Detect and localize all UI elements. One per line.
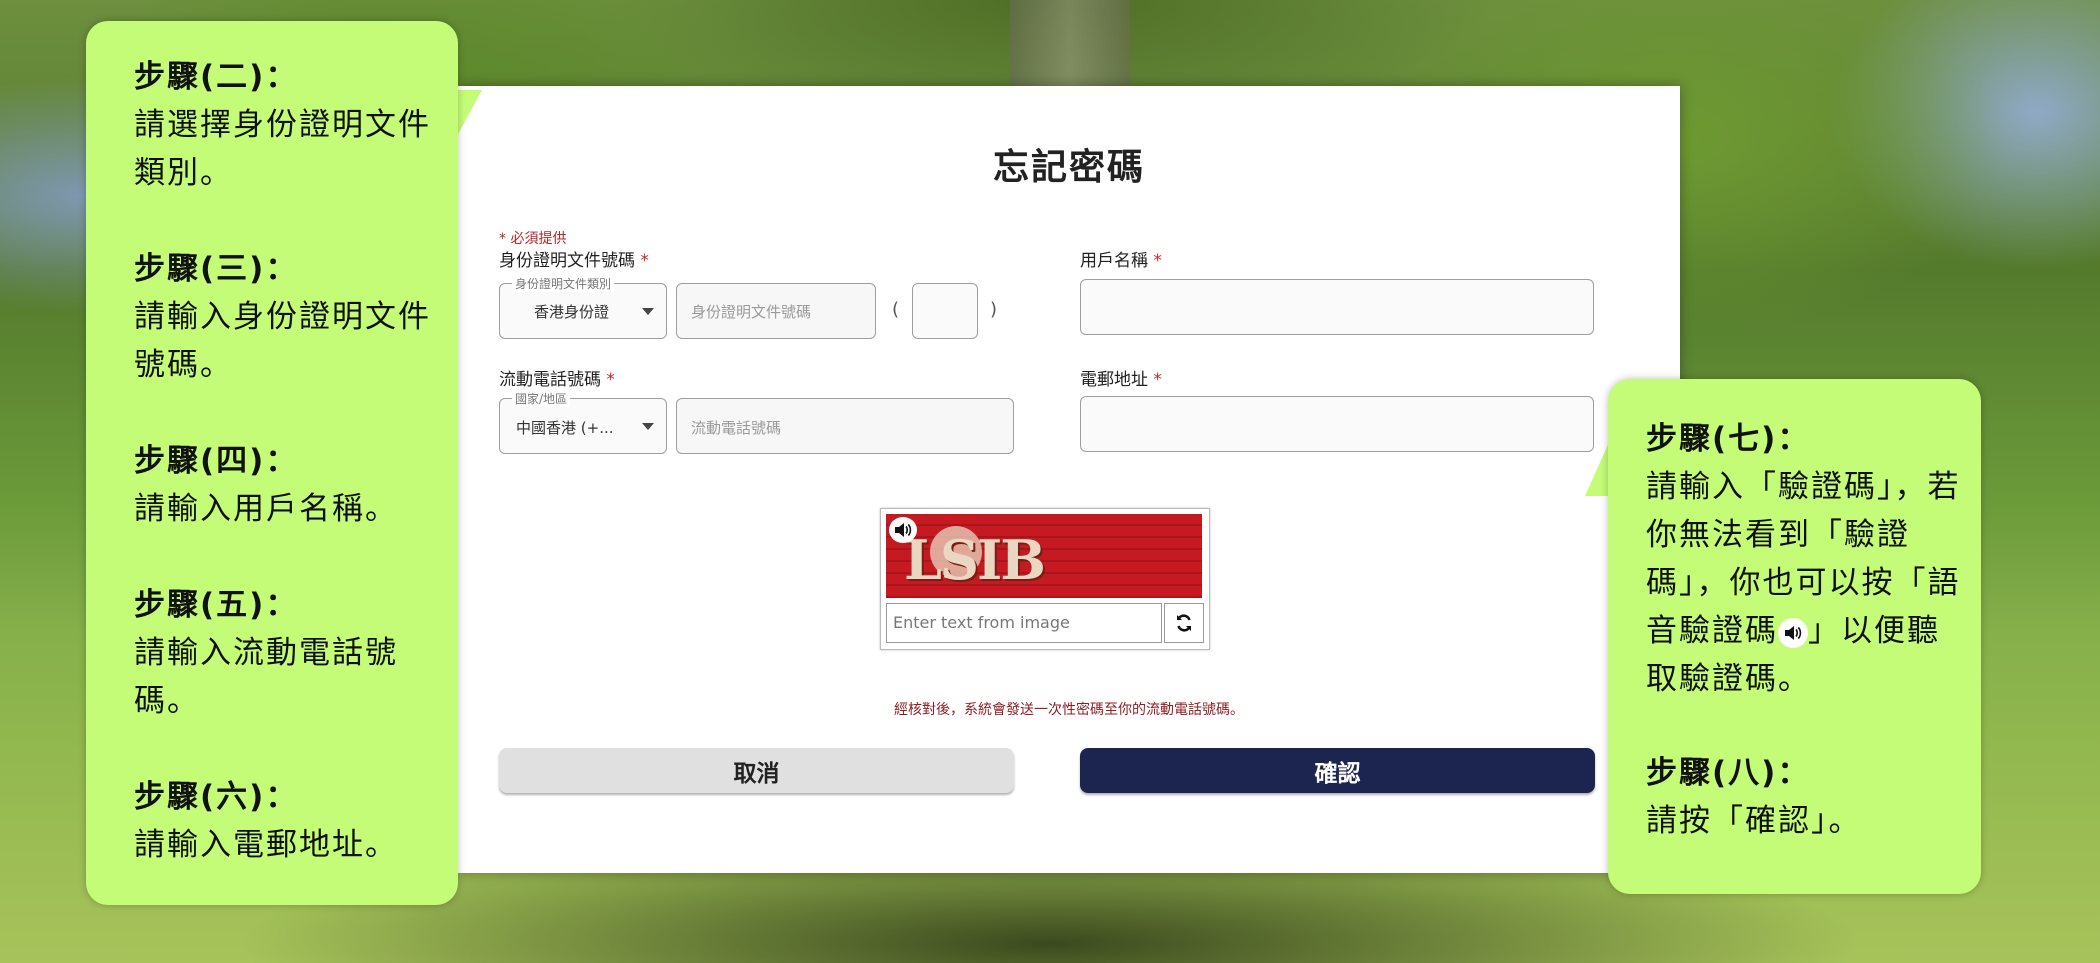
email-label-text: 電郵地址 [1080,370,1148,390]
region-select[interactable]: 國家/地區 中國香港 (+... [499,390,667,454]
region-value: 中國香港 (+... [516,419,614,437]
captcha-input[interactable]: Enter text from image [886,603,1162,643]
page-title: 忘記密碼 [992,147,1145,188]
callout-right-pointer [1585,440,1610,496]
id-number-label: 身份證明文件號碼 * [499,246,649,271]
id-number-label-text: 身份證明文件號碼 [499,251,635,271]
step-2-heading: 步驟(二)： [134,59,299,95]
username-label: 用戶名稱 * [1080,246,1162,271]
required-star: * [606,370,615,390]
check-digit-paren-open: ( [892,299,900,320]
step-4-heading: 步驟(四)： [134,443,299,479]
required-star: * [640,251,649,271]
check-digit-input[interactable] [912,283,978,339]
email-input[interactable] [1080,396,1594,452]
step-5-heading: 步驟(五)： [134,587,299,623]
required-star: * [1153,251,1162,271]
id-number-placeholder: 身份證明文件號碼 [691,303,812,321]
step-8-heading: 步驟(八)： [1646,755,1811,791]
instruction-callout-right: 步驟(七)： 請輸入「驗證碼」，若你無法看到「驗證碼」，你也可以按「語音驗證碼」… [1608,379,1981,894]
step-8: 步驟(八)： 請按「確認」。 [1646,749,1962,845]
doc-type-select[interactable]: 身份證明文件類別 香港身份證 [499,275,667,339]
cancel-button[interactable]: 取消 [499,748,1014,793]
step-5-text: 請輸入流動電話號碼。 [134,635,398,719]
username-input[interactable] [1080,279,1594,335]
mobile-label-text: 流動電話號碼 [499,370,601,390]
id-number-input[interactable]: 身份證明文件號碼 [676,283,876,339]
step-7-heading: 步驟(七)： [1646,421,1811,457]
step-7: 步驟(七)： 請輸入「驗證碼」，若你無法看到「驗證碼」，你也可以按「語音驗證碼」… [1646,415,1962,703]
step-6-text: 請輸入電郵地址。 [134,827,398,863]
region-floating-label: 國家/地區 [512,390,571,407]
username-label-text: 用戶名稱 [1080,251,1148,271]
instruction-callout-left: 步驟(二)： 請選擇身份證明文件類別。 步驟(三)： 請輸入身份證明文件號碼。 … [86,21,458,905]
step-6: 步驟(六)： 請輸入電郵地址。 [134,773,434,869]
mobile-label: 流動電話號碼 * [499,365,615,390]
forgot-password-panel: 忘記密碼 * 必須提供 身份證明文件號碼 * 身份證明文件類別 香港身份證 身份… [458,86,1680,873]
confirm-button[interactable]: 確認 [1080,748,1595,793]
otp-notice: 經核對後，系統會發送一次性密碼至你的流動電話號碼。 [894,702,1244,718]
required-note: * 必須提供 [499,231,567,247]
speaker-icon [1778,617,1808,648]
refresh-icon[interactable] [1164,603,1204,643]
captcha-input-placeholder: Enter text from image [893,613,1070,632]
required-star: * [1153,370,1162,390]
chevron-down-icon [642,423,654,430]
doc-type-floating-label: 身份證明文件類別 [512,275,615,292]
speaker-icon[interactable] [889,517,917,543]
captcha-image: LSIB [886,514,1202,598]
step-3: 步驟(三)： 請輸入身份證明文件號碼。 [134,245,434,389]
email-label: 電郵地址 * [1080,365,1162,390]
doc-type-value: 香港身份證 [534,303,610,321]
mobile-number-placeholder: 流動電話號碼 [691,419,782,437]
step-3-text: 請輸入身份證明文件號碼。 [134,299,431,383]
step-4-text: 請輸入用戶名稱。 [134,491,398,527]
captcha-widget: LSIB Enter text from image [880,508,1210,650]
chevron-down-icon [642,308,654,315]
step-3-heading: 步驟(三)： [134,251,299,287]
captcha-image-text: LSIB [904,528,1046,592]
step-4: 步驟(四)： 請輸入用戶名稱。 [134,437,434,533]
callout-left-pointer [456,90,482,138]
step-2-text: 請選擇身份證明文件類別。 [134,107,431,191]
mobile-number-input[interactable]: 流動電話號碼 [676,398,1014,454]
step-5: 步驟(五)： 請輸入流動電話號碼。 [134,581,434,725]
check-digit-paren-close: ) [990,299,998,320]
step-2: 步驟(二)： 請選擇身份證明文件類別。 [134,53,434,197]
step-6-heading: 步驟(六)： [134,779,299,815]
step-8-text: 請按「確認」。 [1646,803,1862,839]
